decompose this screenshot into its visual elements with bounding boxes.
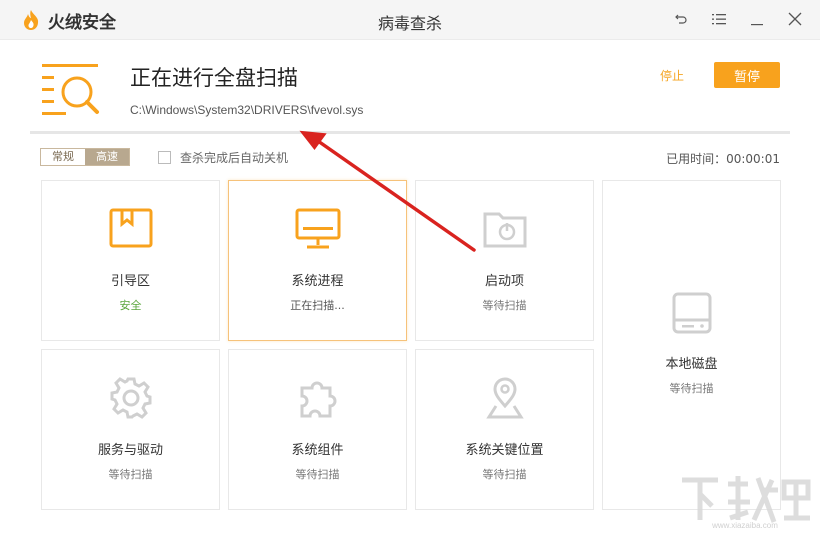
title-bar: 火绒安全 病毒查杀	[0, 0, 820, 40]
auto-shutdown-option[interactable]: 查杀完成后自动关机	[158, 149, 288, 166]
current-scan-path: C:\Windows\System32\DRIVERS\fvevol.sys	[130, 103, 364, 117]
scan-title: 正在进行全盘扫描	[130, 66, 298, 90]
tile-name: 服务与驱动	[97, 443, 163, 458]
tile-name: 系统进程	[291, 274, 344, 289]
scan-progress-bar	[30, 131, 790, 134]
window-controls	[670, 8, 806, 30]
tile-startup-items[interactable]: 启动项 等待扫描	[415, 180, 594, 341]
tile-local-disk[interactable]: 本地磁盘 等待扫描	[602, 180, 781, 510]
pause-button[interactable]: 暂停	[714, 62, 780, 88]
gear-icon	[109, 376, 153, 424]
close-icon[interactable]	[784, 8, 806, 30]
scan-magnifier-icon	[40, 62, 102, 122]
watermark-url: www.xiazaiba.com	[711, 521, 778, 530]
tile-status: 等待扫描	[482, 468, 527, 481]
tile-system-components[interactable]: 系统组件 等待扫描	[228, 349, 407, 510]
tile-boot-sector[interactable]: 引导区 安全	[41, 180, 220, 341]
tile-key-locations[interactable]: 系统关键位置 等待扫描	[415, 349, 594, 510]
mode-normal-button[interactable]: 常规	[41, 149, 85, 165]
tile-status: 等待扫描	[669, 382, 714, 395]
tile-name: 系统关键位置	[465, 443, 544, 458]
watermark-logo: www.xiazaiba.com	[682, 476, 811, 530]
stop-button[interactable]: 停止	[660, 67, 684, 84]
tile-name: 引导区	[110, 274, 150, 289]
startup-folder-icon	[483, 208, 527, 252]
elapsed-time: 已用时间：00:00:01	[666, 152, 780, 166]
tile-status: 等待扫描	[108, 468, 153, 481]
monitor-icon	[295, 208, 341, 254]
back-icon[interactable]	[670, 8, 692, 30]
mode-fast-button[interactable]: 高速	[85, 149, 129, 165]
tile-name: 本地磁盘	[665, 357, 718, 372]
minimize-icon[interactable]	[746, 8, 768, 30]
tile-name: 系统组件	[291, 443, 344, 458]
puzzle-icon	[296, 376, 340, 424]
tile-status: 等待扫描	[295, 468, 340, 481]
tile-name: 启动项	[484, 274, 524, 289]
auto-shutdown-checkbox[interactable]	[158, 151, 171, 164]
tile-status: 等待扫描	[482, 299, 527, 312]
tile-services-drivers[interactable]: 服务与驱动 等待扫描	[41, 349, 220, 510]
boot-sector-icon	[109, 208, 153, 252]
tile-status: 正在扫描...	[290, 299, 345, 312]
auto-shutdown-label: 查杀完成后自动关机	[180, 151, 289, 165]
scan-mode-toggle: 常规 高速	[40, 148, 130, 166]
disk-icon	[672, 292, 712, 338]
location-pin-icon	[483, 376, 527, 424]
menu-icon[interactable]	[708, 8, 730, 30]
tile-system-process[interactable]: 系统进程 正在扫描...	[228, 180, 407, 341]
tile-status: 安全	[119, 299, 142, 312]
